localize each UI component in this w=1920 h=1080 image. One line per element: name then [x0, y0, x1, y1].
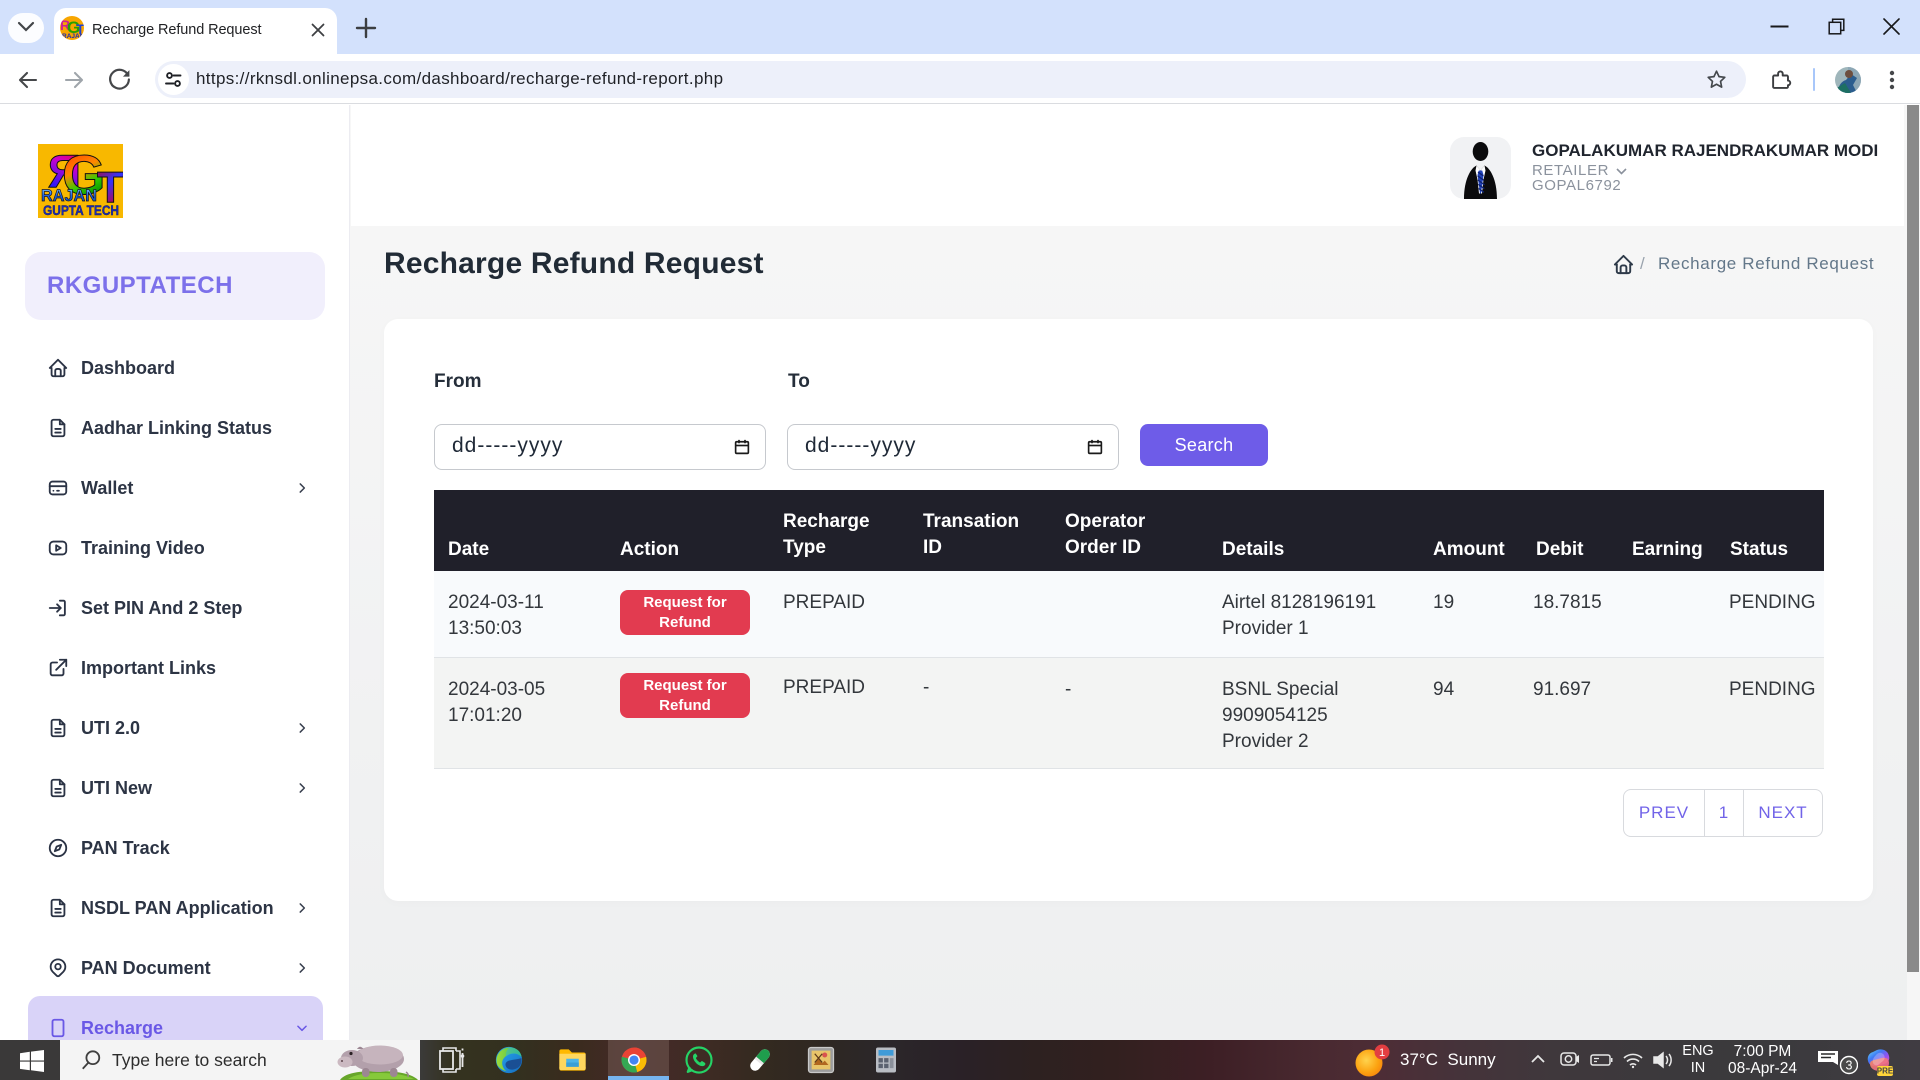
svg-text:PRE: PRE — [1877, 1067, 1894, 1076]
svg-text:1: 1 — [1379, 1047, 1385, 1059]
svg-text:3: 3 — [1846, 1059, 1853, 1073]
svg-text:GUPTA TECH: GUPTA TECH — [43, 203, 119, 218]
svg-text:RAJAN: RAJAN — [62, 33, 84, 40]
